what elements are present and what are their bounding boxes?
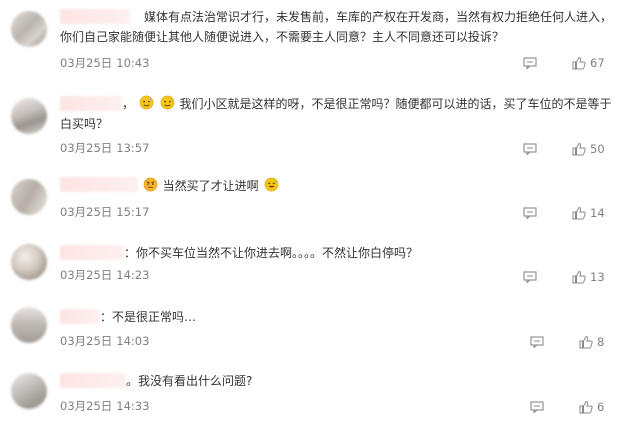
- comment-text: 。我没有看出什么问题?: [126, 374, 253, 388]
- sweat-emoji-icon: [139, 95, 154, 110]
- like-count: 6: [597, 400, 605, 414]
- comment-timestamp: 03月25日 14:33: [60, 399, 150, 413]
- sweat-emoji-icon: [160, 95, 175, 110]
- comment-timestamp: 03月25日 13:57: [60, 141, 150, 155]
- reply-icon[interactable]: [523, 143, 537, 155]
- reply-icon[interactable]: [530, 401, 544, 413]
- comment-timestamp: 03月25日 15:17: [60, 205, 150, 219]
- comment-text: ， 我们小区就是这样的呀，不是很正常吗？随便都可以进的话，买了车位的不是等于白买…: [60, 95, 612, 131]
- like-count: 8: [597, 335, 605, 349]
- comment-timestamp: 03月25日 14:03: [60, 334, 150, 348]
- like-count: 50: [590, 142, 605, 156]
- like-count: 14: [590, 206, 605, 220]
- avatar[interactable]: [11, 307, 47, 343]
- comment-text: 媒体有点法治常识才行，未发售前，车库的产权在开发商，当然有权力拒绝任何人进入，你…: [60, 10, 613, 44]
- like-icon[interactable]: [572, 56, 586, 70]
- like-icon[interactable]: [572, 206, 586, 220]
- reply-icon[interactable]: [523, 57, 537, 69]
- like-icon[interactable]: [579, 335, 593, 349]
- comment-timestamp: 03月25日 10:43: [60, 56, 150, 70]
- like-count: 13: [590, 270, 605, 284]
- sweat-smile-emoji-icon: [264, 177, 278, 192]
- avatar[interactable]: [11, 98, 47, 134]
- avatar[interactable]: [11, 11, 47, 47]
- reply-icon[interactable]: [523, 271, 537, 283]
- avatar[interactable]: [11, 244, 47, 280]
- comment-timestamp: 03月25日 14:23: [60, 268, 150, 282]
- comment-text: ：你不买车位当然不让你进去啊。。。。不然让你白停吗？: [124, 246, 419, 260]
- comment-text: ：不是很正常吗…: [100, 310, 197, 324]
- reply-icon[interactable]: [523, 207, 537, 219]
- angry-emoji-icon: [143, 177, 158, 192]
- like-count: 67: [590, 56, 605, 70]
- comment-text: 当然买了才让进啊: [60, 176, 620, 196]
- avatar[interactable]: [11, 179, 47, 215]
- avatar[interactable]: [11, 373, 47, 409]
- reply-icon[interactable]: [530, 336, 544, 348]
- like-icon[interactable]: [572, 270, 586, 284]
- like-icon[interactable]: [579, 400, 593, 414]
- like-icon[interactable]: [572, 142, 586, 156]
